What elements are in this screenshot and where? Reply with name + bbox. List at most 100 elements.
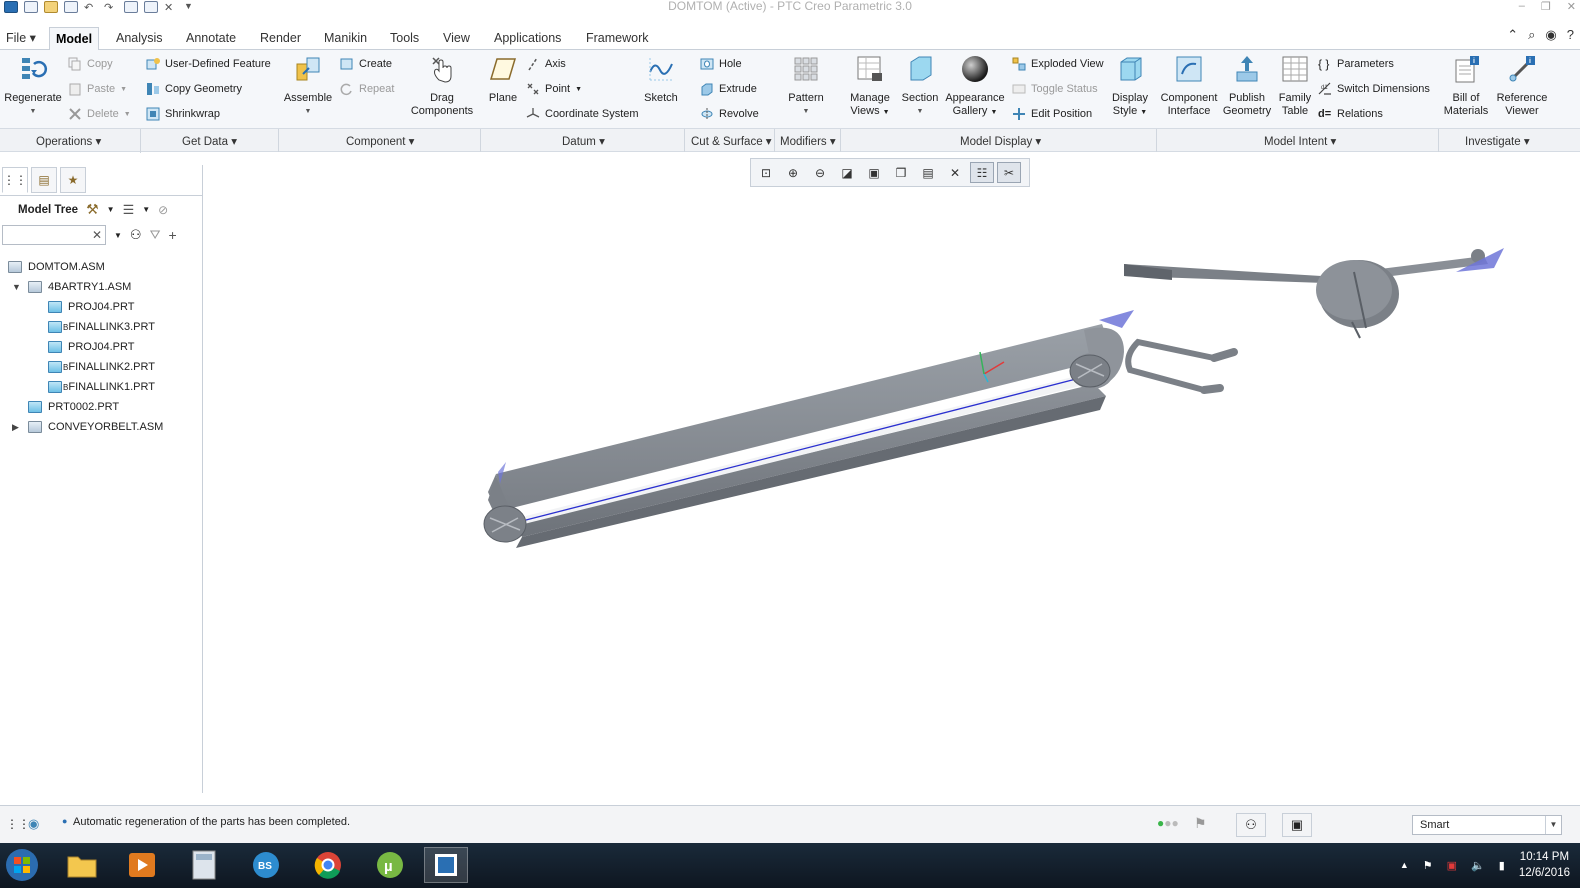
group-model-display[interactable]: Model Display ▾: [960, 134, 1041, 148]
tab-tools[interactable]: Tools: [384, 27, 425, 50]
drag-components-button[interactable]: Drag Components: [410, 54, 474, 118]
group-modifiers[interactable]: Modifiers ▾: [780, 134, 836, 148]
spin-center-icon[interactable]: ✂: [997, 162, 1021, 183]
search-dropdown-icon[interactable]: ▼: [114, 231, 122, 240]
power-icon[interactable]: ▮: [1499, 859, 1505, 872]
volume-icon[interactable]: 🔈: [1471, 859, 1485, 872]
close-icon[interactable]: ✕: [1567, 0, 1576, 13]
manage-views-button[interactable]: Manage Views ▼: [845, 54, 895, 119]
flag-icon[interactable]: ⚑: [1194, 815, 1207, 832]
copy-geometry-button[interactable]: Copy Geometry: [146, 80, 242, 98]
show-columns-icon[interactable]: ☰: [123, 202, 135, 218]
tab-manikin[interactable]: Manikin: [318, 27, 373, 50]
edit-position-button[interactable]: Edit Position: [1012, 105, 1092, 123]
toggle-status-button[interactable]: Toggle Status: [1012, 80, 1098, 98]
hole-button[interactable]: Hole: [700, 55, 742, 73]
user-defined-feature-button[interactable]: User-Defined Feature: [146, 55, 271, 73]
point-button[interactable]: Point ▼: [526, 80, 582, 98]
hide-icon[interactable]: ⊘: [158, 203, 168, 217]
expand-arrow-open-icon[interactable]: ▼: [12, 282, 22, 292]
tab-analysis[interactable]: Analysis: [110, 27, 169, 50]
saved-orientations-icon[interactable]: ❒: [889, 162, 913, 183]
conveyor-belt-model[interactable]: [483, 310, 1134, 548]
help-icon[interactable]: ?: [1567, 27, 1574, 42]
action-center-flag-icon[interactable]: ⚑: [1423, 859, 1433, 872]
repaint-icon[interactable]: ◪: [835, 162, 859, 183]
delete-button[interactable]: Delete ▼: [68, 105, 131, 123]
show-navigator-icon[interactable]: ⋮⋮: [6, 817, 30, 831]
coordinate-system-button[interactable]: Coordinate System: [526, 105, 639, 123]
tree-item[interactable]: B FINALLINK1.PRT: [0, 377, 203, 397]
zoom-out-icon[interactable]: ⊖: [808, 162, 832, 183]
regen-status-icon[interactable]: ●●●: [1157, 816, 1179, 830]
display-style-button[interactable]: Display Style ▼: [1108, 54, 1152, 119]
file-explorer-taskbar-icon[interactable]: [60, 847, 104, 883]
community-icon[interactable]: ◉: [1545, 27, 1556, 42]
restore-icon[interactable]: ❐: [1541, 0, 1551, 13]
pattern-button[interactable]: Pattern ▼: [784, 54, 828, 118]
tree-item[interactable]: PRT0002.PRT: [0, 397, 203, 417]
tree-item[interactable]: ▼ 4BARTRY1.ASM: [0, 277, 203, 297]
vlc-taskbar-icon[interactable]: BS: [244, 847, 288, 883]
assemble-button[interactable]: Assemble ▼: [281, 54, 335, 118]
show-browser-icon[interactable]: ◉: [28, 816, 39, 832]
calculator-taskbar-icon[interactable]: [182, 847, 226, 883]
group-model-intent[interactable]: Model Intent ▾: [1264, 134, 1336, 148]
tree-item[interactable]: B FINALLINK2.PRT: [0, 357, 203, 377]
view-manager-icon[interactable]: ▤: [916, 162, 940, 183]
tree-item[interactable]: PROJ04.PRT: [0, 337, 203, 357]
media-player-taskbar-icon[interactable]: [120, 847, 164, 883]
clear-search-icon[interactable]: ✕: [92, 228, 102, 242]
search-icon[interactable]: ⌕: [1528, 27, 1535, 42]
appearance-gallery-button[interactable]: Appearance Gallery ▼: [944, 54, 1006, 119]
chevron-down-icon[interactable]: ▼: [1545, 816, 1561, 834]
group-datum[interactable]: Datum ▾: [562, 134, 605, 148]
chrome-taskbar-icon[interactable]: [306, 847, 350, 883]
parameters-button[interactable]: { } Parameters: [1318, 55, 1394, 73]
component-interface-button[interactable]: Component Interface: [1160, 54, 1218, 118]
group-get-data[interactable]: Get Data ▾: [182, 134, 237, 148]
group-investigate[interactable]: Investigate ▾: [1465, 134, 1530, 148]
tree-item[interactable]: B FINALLINK3.PRT: [0, 317, 203, 337]
favorites-tab-icon[interactable]: ★: [60, 167, 86, 193]
datum-display-icon[interactable]: ✕: [943, 162, 967, 183]
tree-search-input[interactable]: ✕: [2, 225, 106, 245]
tab-file[interactable]: File ▾: [0, 27, 42, 50]
group-component[interactable]: Component ▾: [346, 134, 414, 148]
section-button[interactable]: Section ▼: [898, 54, 942, 118]
exploded-view-button[interactable]: Exploded View: [1012, 55, 1104, 73]
family-table-button[interactable]: Family Table: [1276, 54, 1314, 118]
zoom-in-icon[interactable]: ⊕: [781, 162, 805, 183]
tab-model[interactable]: Model: [49, 27, 100, 51]
group-cut-surface[interactable]: Cut & Surface ▾: [691, 134, 772, 148]
copy-button[interactable]: Copy: [68, 55, 113, 73]
find-binoculars-icon[interactable]: ⚇: [130, 227, 142, 243]
publish-geometry-button[interactable]: Publish Geometry: [1220, 54, 1274, 118]
group-operations[interactable]: Operations ▾: [36, 134, 101, 148]
revolve-button[interactable]: Revolve: [700, 105, 759, 123]
relations-button[interactable]: d= Relations: [1318, 105, 1383, 123]
start-button[interactable]: [0, 847, 44, 883]
sketch-button[interactable]: Sketch: [642, 54, 680, 105]
fork-linkage-model[interactable]: [1125, 338, 1238, 394]
tree-item[interactable]: DOMTOM.ASM: [0, 257, 203, 277]
plane-button[interactable]: Plane: [486, 54, 520, 105]
create-button[interactable]: Create: [340, 55, 392, 73]
paste-button[interactable]: Paste ▼: [68, 80, 127, 98]
axis-button[interactable]: Axis: [526, 55, 566, 73]
add-column-icon[interactable]: +: [169, 227, 177, 243]
collapse-ribbon-icon[interactable]: ⌃: [1507, 27, 1518, 42]
find-icon[interactable]: ⚇: [1236, 813, 1266, 837]
selection-list-icon[interactable]: ▣: [1282, 813, 1312, 837]
model-tree-tab-icon[interactable]: ⋮⋮: [2, 167, 28, 193]
display-style-toolbar-icon[interactable]: ▣: [862, 162, 886, 183]
expand-arrow-closed-icon[interactable]: ▶: [12, 422, 22, 433]
tree-settings-dropdown-icon[interactable]: ▼: [107, 205, 115, 214]
tree-item[interactable]: PROJ04.PRT: [0, 297, 203, 317]
creo-taskbar-icon[interactable]: [424, 847, 468, 883]
selection-filter-select[interactable]: Smart ▼: [1412, 815, 1562, 835]
tray-expand-icon[interactable]: ▲: [1400, 860, 1409, 870]
tab-annotate[interactable]: Annotate: [180, 27, 242, 50]
tab-render[interactable]: Render: [254, 27, 307, 50]
tab-view[interactable]: View: [437, 27, 476, 50]
